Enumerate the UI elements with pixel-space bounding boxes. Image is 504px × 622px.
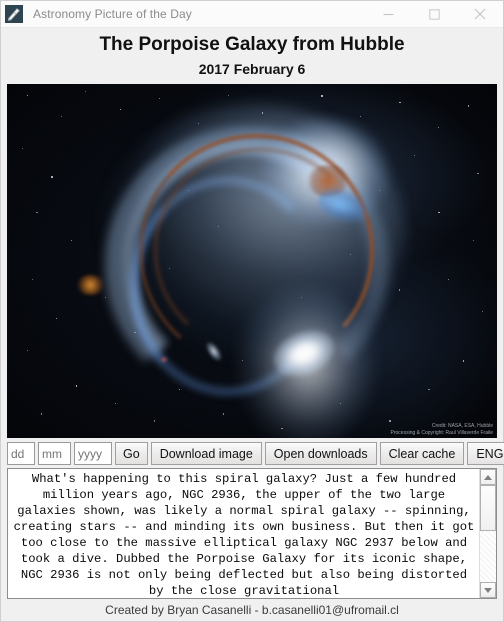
footer: Created by Bryan Casanelli - b.casanelli… xyxy=(1,599,503,621)
window-controls xyxy=(365,1,503,27)
year-input[interactable] xyxy=(74,442,112,466)
apod-image[interactable]: Credit: NASA, ESA, Hubble Processing & C… xyxy=(7,84,497,439)
language-select[interactable]: ENG xyxy=(467,442,504,466)
month-input[interactable] xyxy=(38,442,71,466)
scroll-up-button[interactable] xyxy=(480,469,496,486)
scrollbar-thumb[interactable] xyxy=(480,485,496,532)
page-title: The Porpoise Galaxy from Hubble xyxy=(99,34,405,55)
day-input[interactable] xyxy=(7,442,35,466)
orange-star-cluster xyxy=(75,275,105,295)
image-credit: Credit: NASA, ESA, Hubble Processing & C… xyxy=(391,423,493,436)
download-image-button[interactable]: Download image xyxy=(150,442,262,466)
title-bar: Astronomy Picture of the Day xyxy=(1,1,503,28)
image-credit-line2: Processing & Copyright: Raul Villaverde … xyxy=(390,429,493,436)
description-text[interactable]: What's happening to this spiral galaxy? … xyxy=(8,469,479,598)
open-downloads-button[interactable]: Open downloads xyxy=(264,442,377,466)
triangle-up-icon xyxy=(484,474,492,480)
description-panel: What's happening to this spiral galaxy? … xyxy=(7,468,497,599)
scroll-down-button[interactable] xyxy=(480,582,496,598)
clear-cache-button[interactable]: Clear cache xyxy=(379,442,465,466)
apod-window: Astronomy Picture of the Day The Porpois… xyxy=(0,0,504,622)
close-icon[interactable] xyxy=(457,1,503,27)
go-button[interactable]: Go xyxy=(115,442,148,466)
telescope-icon xyxy=(3,3,25,25)
scrollbar-track[interactable] xyxy=(480,485,496,582)
triangle-down-icon xyxy=(484,587,492,593)
language-select-value: ENG xyxy=(476,446,504,461)
page-date: 2017 February 6 xyxy=(198,61,306,77)
minimize-icon[interactable] xyxy=(365,1,411,27)
toolbar: Go Download image Open downloads Clear c… xyxy=(7,442,504,466)
heading-area: The Porpoise Galaxy from Hubble 2017 Feb… xyxy=(1,28,503,79)
window-title: Astronomy Picture of the Day xyxy=(33,7,192,21)
footer-credit: Created by Bryan Casanelli - b.casanelli… xyxy=(105,603,399,617)
description-scrollbar[interactable] xyxy=(479,469,496,598)
maximize-icon[interactable] xyxy=(411,1,457,27)
